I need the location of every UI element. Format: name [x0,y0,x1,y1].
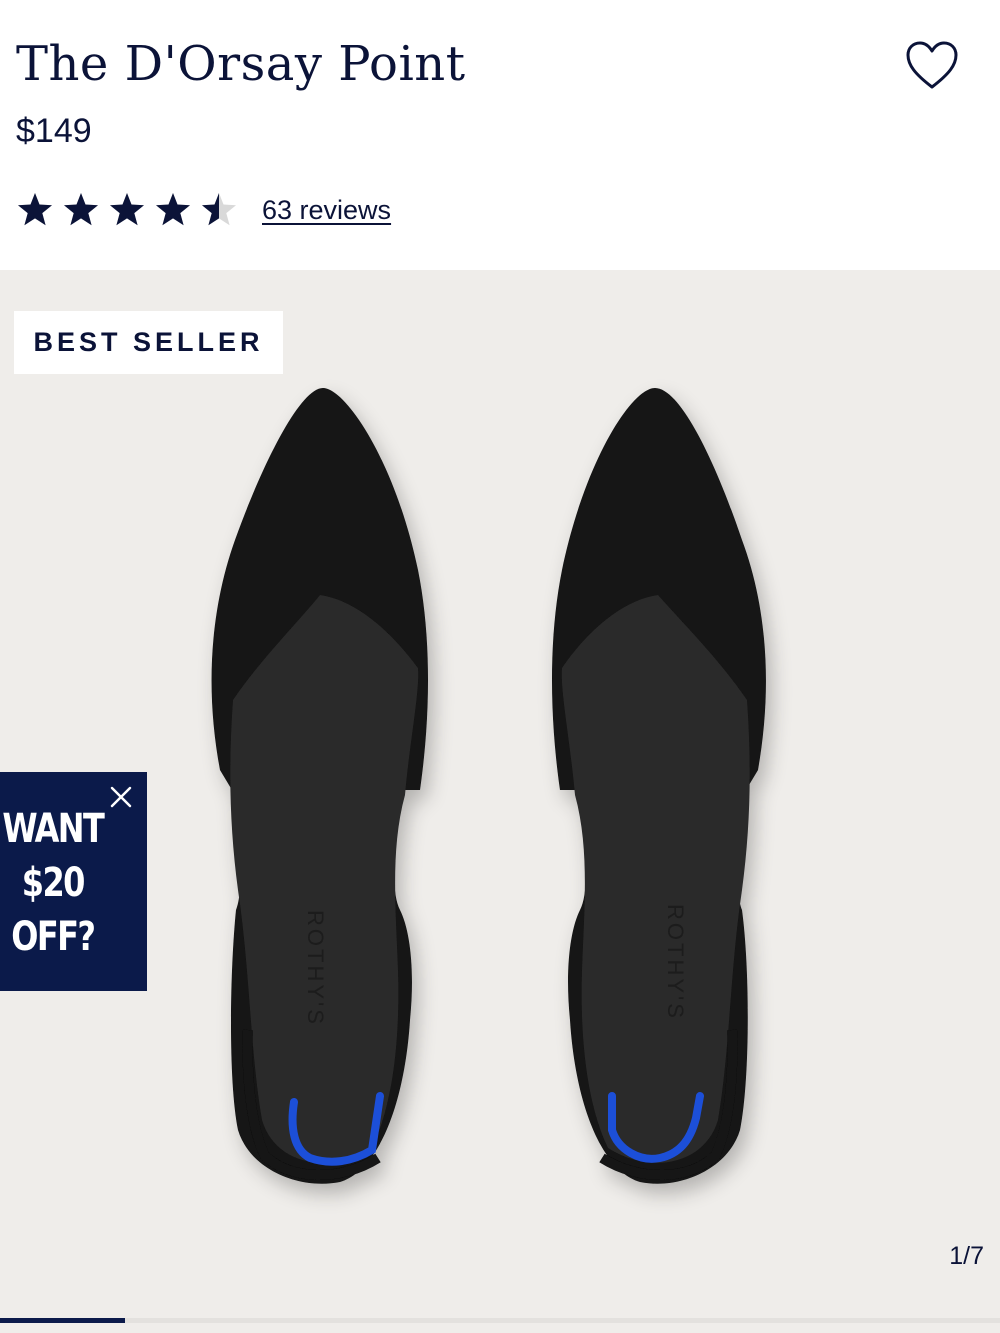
promo-line-2: $20 [21,860,86,906]
close-icon[interactable] [108,784,134,810]
star-icon [110,193,144,226]
promo-line-3: OFF? [11,914,96,960]
heart-icon[interactable] [905,40,959,92]
product-title: The D'Orsay Point [16,36,466,92]
right-shoe: ROTHY'S [552,388,766,1184]
best-seller-badge: BEST SELLER [14,311,283,374]
insole-brand-right: ROTHY'S [663,904,688,1021]
gallery-progress-fill [0,1318,125,1323]
promo-text: WANT $20 OFF? [0,802,106,964]
insole-brand-left: ROTHY'S [303,910,328,1027]
product-price: $149 [16,112,92,150]
product-rating[interactable]: 63 reviews [16,190,391,230]
left-shoe: ROTHY'S [211,388,428,1184]
product-header: The D'Orsay Point $149 63 reviews [0,0,1000,270]
image-counter: 1/7 [949,1242,984,1270]
star-icon [64,193,98,226]
star-icon [18,193,52,226]
reviews-link[interactable]: 63 reviews [262,195,391,226]
star-icon [202,193,236,226]
promo-line-1: WANT [2,806,104,852]
star-icon [156,193,190,226]
gallery-progress-track [0,1318,1000,1323]
discount-promo-tab[interactable]: WANT $20 OFF? [0,772,147,991]
product-image-gallery[interactable]: ROTHY'S ROTHY'S BEST SELLER WANT $20 OFF… [0,270,1000,1333]
rating-stars [16,191,238,229]
product-image: ROTHY'S ROTHY'S [211,388,766,1184]
